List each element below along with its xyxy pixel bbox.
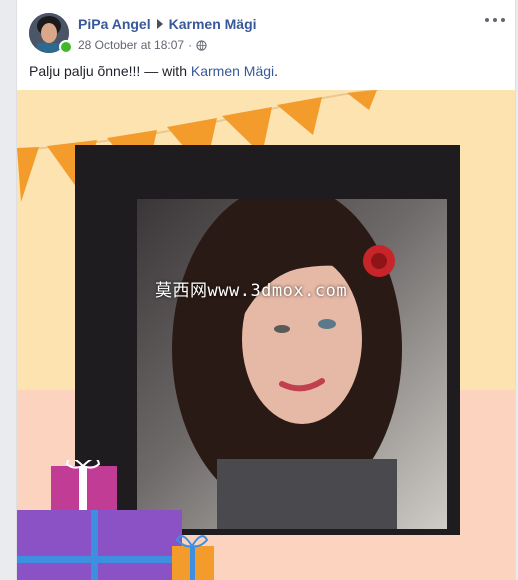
post-meta: 28 October at 18:07 · <box>78 38 207 52</box>
tagged-friend-link[interactable]: Karmen Mägi <box>191 63 274 79</box>
watermark-text: 莫西网www.3dmox.com <box>155 281 348 301</box>
post-message: Palju palju õnne!!! — with Karmen Mägi. <box>29 63 278 79</box>
recipient-name-link[interactable]: Karmen Mägi <box>169 16 257 32</box>
globe-icon[interactable] <box>196 39 207 51</box>
gift-boxes <box>17 460 214 580</box>
feed-post: PiPa Angel Karmen Mägi 28 October at 18:… <box>16 0 516 580</box>
author-name-link[interactable]: PiPa Angel <box>78 16 151 32</box>
post-photo[interactable]: 莫西网www.3dmox.com <box>17 90 515 580</box>
online-status-dot <box>59 40 73 54</box>
post-text-prefix: Palju palju õnne!!! — with <box>29 63 191 79</box>
post-timestamp[interactable]: 28 October at 18:07 <box>78 38 184 52</box>
post-header: PiPa Angel Karmen Mägi <box>78 16 257 32</box>
arrow-right-icon <box>156 19 163 29</box>
more-options-icon[interactable] <box>485 12 505 28</box>
post-text-suffix: . <box>274 63 279 79</box>
meta-separator: · <box>188 38 193 52</box>
